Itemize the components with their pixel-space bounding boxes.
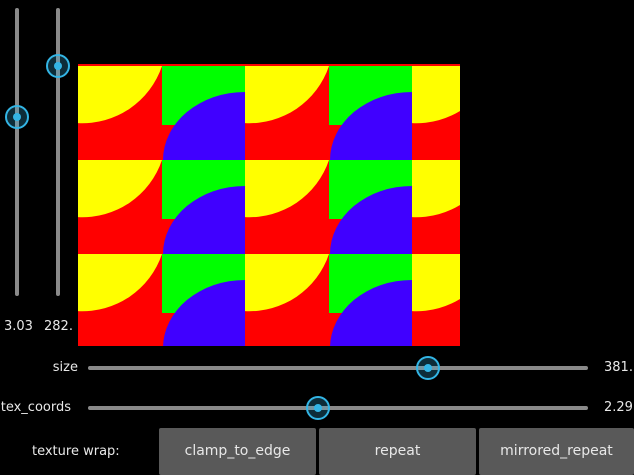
- tex-coords-label: tex_coords: [0, 400, 71, 415]
- size-label: size: [52, 360, 78, 375]
- tile-yellow-quarter: [412, 160, 460, 218]
- vertical-slider-2-thumb[interactable]: [46, 53, 70, 78]
- texture-canvas: [78, 64, 460, 346]
- size-slider-thumb[interactable]: [416, 356, 440, 380]
- texture-wrap-label: texture wrap:: [32, 444, 120, 459]
- tile-yellow-quarter: [412, 66, 460, 124]
- vertical-slider-1-track[interactable]: [15, 8, 19, 296]
- clamp-to-edge-button[interactable]: clamp_to_edge: [159, 428, 316, 475]
- repeat-button[interactable]: repeat: [319, 428, 476, 475]
- tile-yellow-quarter: [412, 254, 460, 312]
- mirrored-repeat-button[interactable]: mirrored_repeat: [479, 428, 634, 475]
- size-slider-track[interactable]: [88, 366, 588, 370]
- vertical-slider-1-value: 3.03: [4, 319, 33, 334]
- tex-coords-value: 2.29: [604, 400, 633, 415]
- vertical-slider-2-value: 282.: [44, 319, 73, 334]
- vertical-slider-2-track[interactable]: [56, 8, 60, 296]
- vertical-slider-1-thumb[interactable]: [5, 105, 29, 130]
- texture-preview: [78, 64, 460, 346]
- tex-coords-slider-thumb[interactable]: [306, 396, 330, 420]
- tex-coords-slider-track[interactable]: [88, 406, 588, 410]
- size-value: 381.: [604, 360, 633, 375]
